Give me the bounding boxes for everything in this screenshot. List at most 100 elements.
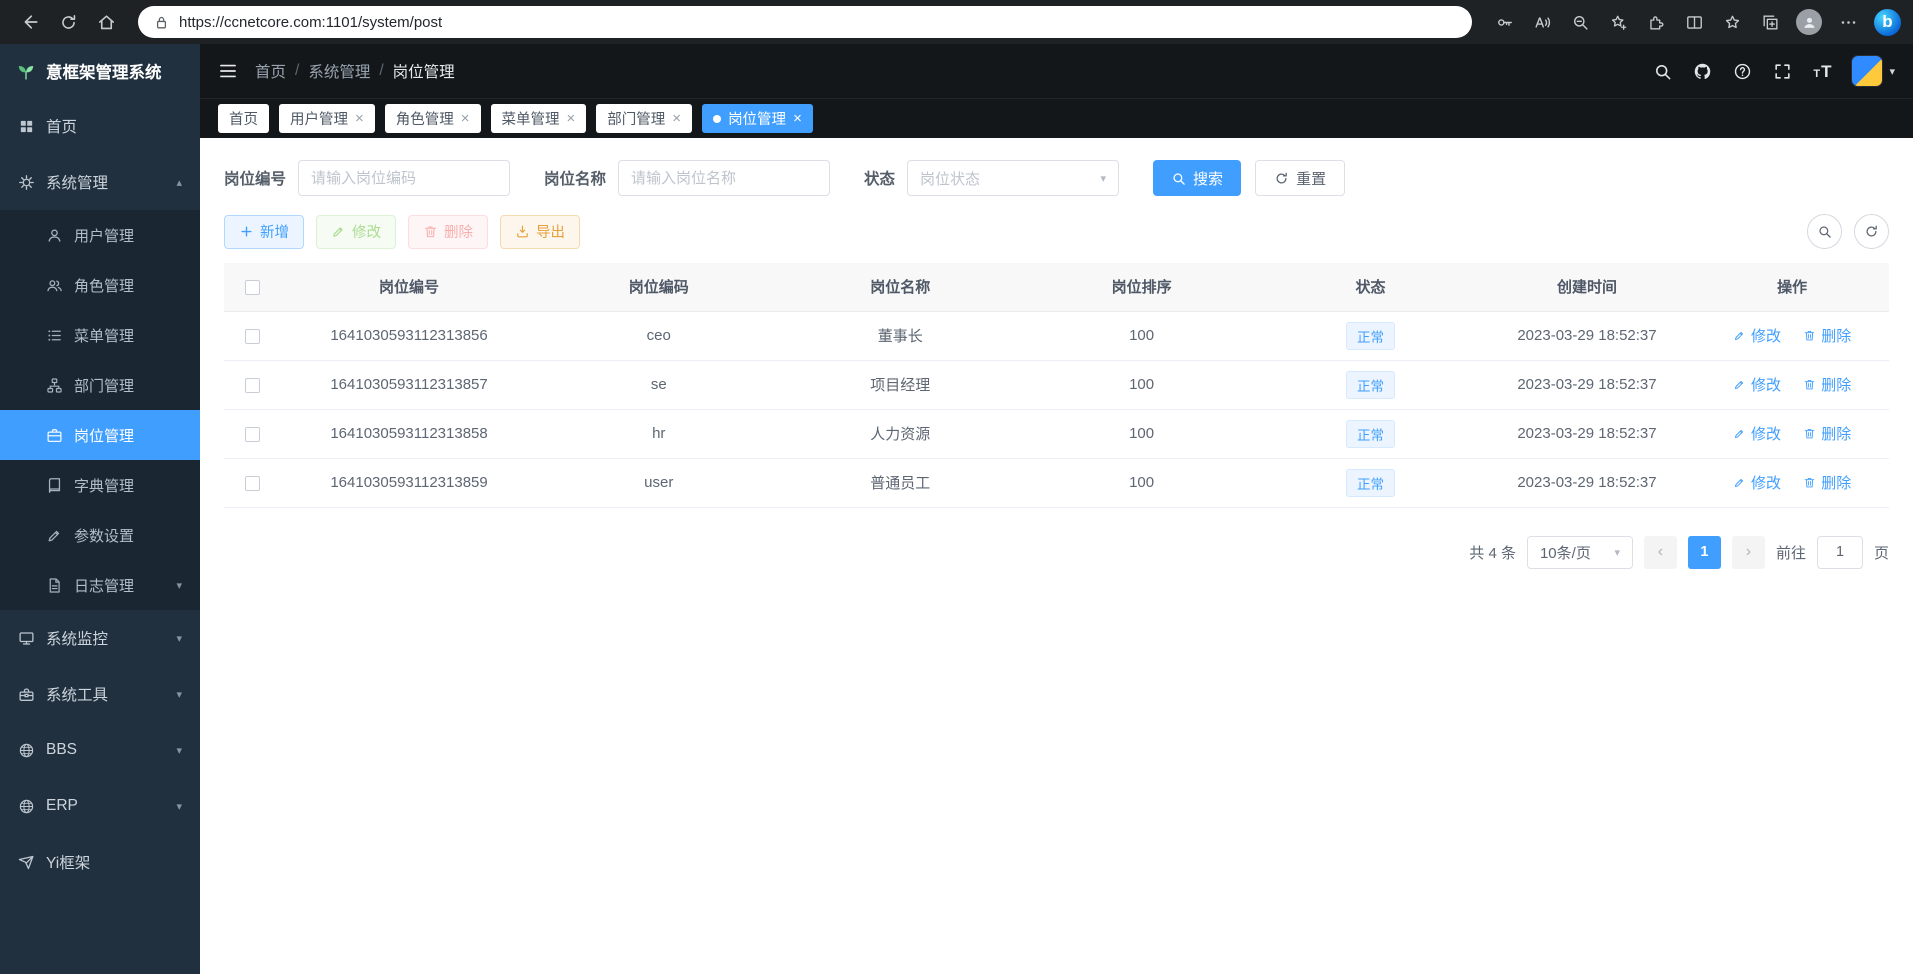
help-button[interactable] [1733,62,1752,81]
toggle-search-button[interactable] [1807,214,1842,249]
sidebar-item-user-mgmt[interactable]: 用户管理 [0,210,200,260]
trash-icon [1803,476,1816,489]
header-search-button[interactable] [1653,62,1672,81]
status-badge: 正常 [1346,371,1395,399]
row-edit-button[interactable]: 修改 [1733,325,1781,346]
read-aloud-button[interactable] [1524,4,1560,40]
site-info-lock-icon[interactable] [153,14,170,31]
row-delete-button[interactable]: 删除 [1803,374,1851,395]
close-icon[interactable]: × [793,111,802,126]
sidebar-item-erp[interactable]: ERP ▾ [0,778,200,834]
address-bar[interactable]: https://ccnetcore.com:1101/system/post [138,6,1472,38]
bing-copilot-button[interactable]: b [1874,9,1901,36]
sidebar-toggle-button[interactable] [218,61,238,81]
row-delete-button[interactable]: 删除 [1803,325,1851,346]
sidebar-item-log-mgmt[interactable]: 日志管理 ▾ [0,560,200,610]
trash-icon [1803,427,1816,440]
cell-post-id: 1641030593112313859 [280,458,538,507]
browser-profile-avatar[interactable] [1796,9,1822,35]
breadcrumb-home[interactable]: 首页 [255,60,286,82]
user-avatar-menu[interactable]: ▾ [1852,56,1895,86]
zoom-button[interactable] [1562,4,1598,40]
post-code-input[interactable] [298,160,510,196]
person-icon [1801,14,1818,31]
extensions-button[interactable] [1638,4,1674,40]
close-icon[interactable]: × [355,111,364,126]
browser-menu-button[interactable] [1830,4,1866,40]
cell-post-code: user [538,458,779,507]
url-text: https://ccnetcore.com:1101/system/post [179,14,442,31]
delete-button[interactable]: 删除 [408,215,488,249]
post-name-group: 岗位名称 [544,160,830,196]
table-toolbar: 新增 修改 删除 导出 [224,214,1889,249]
fullscreen-button[interactable] [1773,62,1792,81]
tab-role-mgmt[interactable]: 角色管理 × [385,104,481,133]
row-edit-button[interactable]: 修改 [1733,472,1781,493]
add-button[interactable]: 新增 [224,215,304,249]
row-edit-button[interactable]: 修改 [1733,423,1781,444]
sidebar-item-system-mgmt[interactable]: 系统管理 ▴ [0,154,200,210]
prev-page-button[interactable]: ‹ [1644,536,1677,569]
add-favorite-button[interactable] [1600,4,1636,40]
tab-home[interactable]: 首页 [218,104,269,133]
chevron-down-icon: ▾ [176,579,182,592]
chevron-down-icon: ▾ [1101,172,1107,185]
close-icon[interactable]: × [567,111,576,126]
tab-post-mgmt[interactable]: 岗位管理 × [702,104,813,133]
tab-dept-mgmt[interactable]: 部门管理 × [596,104,692,133]
monitor-icon [18,630,35,647]
font-size-button[interactable]: T T [1813,63,1831,80]
sidebar-item-menu-mgmt[interactable]: 菜单管理 [0,310,200,360]
sidebar-item-dept-mgmt[interactable]: 部门管理 [0,360,200,410]
edit-button[interactable]: 修改 [316,215,396,249]
search-button[interactable]: 搜索 [1153,160,1241,196]
password-key-button[interactable] [1486,4,1522,40]
cell-post-sort: 100 [1021,458,1262,507]
sidebar-item-param-settings[interactable]: 参数设置 [0,510,200,560]
close-icon[interactable]: × [672,111,681,126]
table-header-row: 岗位编号 岗位编码 岗位名称 岗位排序 状态 创建时间 操作 [224,263,1889,311]
next-page-button[interactable]: › [1732,536,1765,569]
page-size-select[interactable]: 10条/页 ▾ [1527,536,1633,569]
sidebar-item-dict-mgmt[interactable]: 字典管理 [0,460,200,510]
bing-icon: b [1882,12,1892,32]
sidebar-item-role-mgmt[interactable]: 角色管理 [0,260,200,310]
row-edit-button[interactable]: 修改 [1733,374,1781,395]
favorites-button[interactable] [1714,4,1750,40]
sidebar-item-bbs[interactable]: BBS ▾ [0,722,200,778]
post-name-input[interactable] [618,160,830,196]
browser-refresh-button[interactable] [50,4,86,40]
header-status: 状态 [1262,263,1478,311]
export-button[interactable]: 导出 [500,215,580,249]
cell-post-id: 1641030593112313856 [280,311,538,360]
tab-menu-mgmt[interactable]: 菜单管理 × [491,104,587,133]
chevron-up-icon: ▴ [176,176,182,189]
collections-button[interactable] [1752,4,1788,40]
breadcrumb-system-mgmt[interactable]: 系统管理 [308,60,370,82]
status-select[interactable]: 岗位状态 ▾ [907,160,1119,196]
tab-user-mgmt[interactable]: 用户管理 × [279,104,375,133]
page-number-1[interactable]: 1 [1688,536,1721,569]
status-label: 状态 [864,167,895,189]
github-link[interactable] [1693,62,1712,81]
row-checkbox[interactable] [245,378,260,393]
close-icon[interactable]: × [461,111,470,126]
sidebar-item-post-mgmt[interactable]: 岗位管理 [0,410,200,460]
sidebar-item-yi-framework[interactable]: Yi框架 [0,834,200,890]
browser-back-button[interactable] [12,4,48,40]
cell-created: 2023-03-29 18:52:37 [1479,458,1695,507]
sidebar-item-home[interactable]: 首页 [0,98,200,154]
select-all-checkbox[interactable] [245,280,260,295]
row-delete-button[interactable]: 删除 [1803,423,1851,444]
row-checkbox[interactable] [245,329,260,344]
sidebar-item-system-monitor[interactable]: 系统监控 ▾ [0,610,200,666]
split-screen-button[interactable] [1676,4,1712,40]
refresh-table-button[interactable] [1854,214,1889,249]
row-delete-button[interactable]: 删除 [1803,472,1851,493]
row-checkbox[interactable] [245,476,260,491]
reset-button[interactable]: 重置 [1255,160,1345,196]
browser-home-button[interactable] [88,4,124,40]
row-checkbox[interactable] [245,427,260,442]
goto-page-input[interactable] [1817,536,1863,569]
sidebar-item-system-tools[interactable]: 系统工具 ▾ [0,666,200,722]
